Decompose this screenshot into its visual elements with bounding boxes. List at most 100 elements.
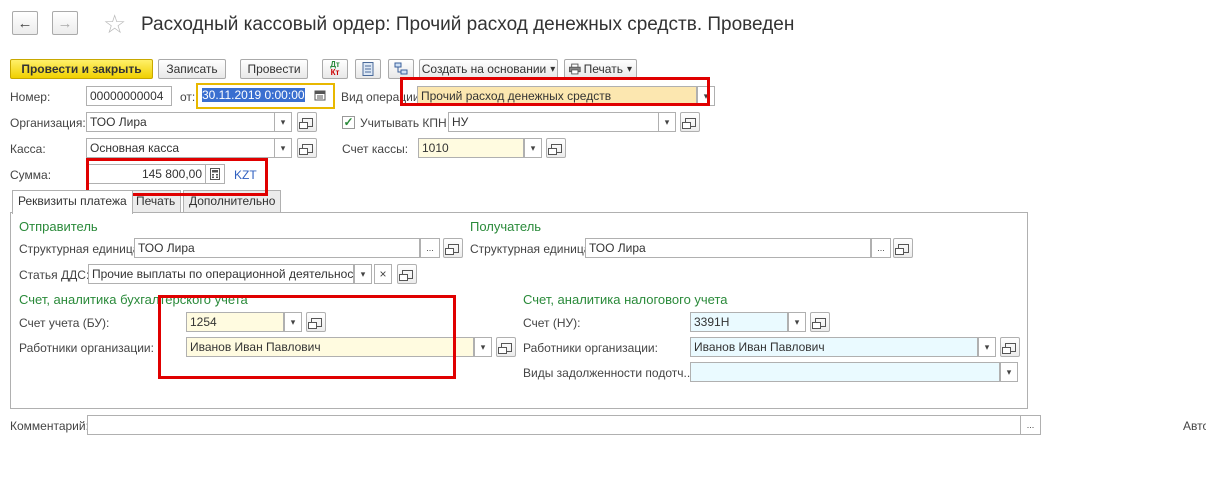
dds-clear-button[interactable]: × xyxy=(374,264,392,284)
sender-unit-open-button[interactable] xyxy=(443,238,463,258)
open-window-icon xyxy=(298,143,313,155)
tax-employees-label: Работники организации: xyxy=(523,341,658,355)
kpn-dropdown-button[interactable]: ▾ xyxy=(658,112,676,132)
organization-open-button[interactable] xyxy=(297,112,317,132)
create-based-on-button[interactable]: Создать на основании ▾ xyxy=(419,59,558,79)
report-list-button[interactable] xyxy=(355,59,381,79)
kpn-select[interactable]: НУ xyxy=(448,112,660,132)
receiver-unit-select-button[interactable]: ... xyxy=(871,238,891,258)
dds-label: Статья ДДС: xyxy=(19,268,90,282)
tax-debt-field[interactable] xyxy=(690,362,1000,382)
number-label: Номер: xyxy=(10,90,51,104)
chevron-down-icon: ▾ xyxy=(984,341,990,352)
chevron-down-icon: ▾ xyxy=(280,142,286,153)
highlight-accounting xyxy=(158,295,456,379)
receiver-unit-open-button[interactable] xyxy=(893,238,913,258)
back-button[interactable]: ← xyxy=(12,11,38,35)
chevron-down-icon: ▾ xyxy=(550,63,556,75)
cash-open-button[interactable] xyxy=(297,138,317,158)
accounting-employees-open-button[interactable] xyxy=(496,337,516,357)
ellipsis-icon: ... xyxy=(426,243,434,253)
kt-label: Кт xyxy=(330,68,340,77)
receiver-unit-field[interactable]: ТОО Лира xyxy=(585,238,871,258)
chevron-down-icon: ▾ xyxy=(664,116,670,127)
chevron-down-icon: ▾ xyxy=(1006,366,1012,377)
kpn-label: Учитывать КПН xyxy=(360,116,447,130)
tax-account-dropdown-button[interactable]: ▾ xyxy=(788,312,806,332)
printer-icon xyxy=(569,63,581,75)
kpn-checkbox[interactable]: ✓ xyxy=(342,116,355,129)
save-button[interactable]: Записать xyxy=(158,59,226,79)
chevron-down-icon: ▾ xyxy=(530,142,536,153)
comment-label: Комментарий: xyxy=(10,419,89,433)
print-button[interactable]: Печать ▾ xyxy=(564,59,637,79)
sender-unit-select-button[interactable]: ... xyxy=(420,238,440,258)
chevron-down-icon: ▾ xyxy=(794,316,800,327)
author-label: Авто xyxy=(1183,419,1206,433)
dds-field[interactable]: Прочие выплаты по операционной деятельно… xyxy=(88,264,354,284)
forward-arrow-icon: → xyxy=(57,14,73,32)
number-field[interactable]: 00000000004 xyxy=(86,86,172,106)
create-based-on-label: Создать на основании xyxy=(421,62,547,76)
receiver-heading: Получатель xyxy=(470,219,542,234)
ellipsis-icon: ... xyxy=(877,243,885,253)
hierarchy-icon xyxy=(394,62,408,75)
date-label: от: xyxy=(180,90,196,104)
open-window-icon xyxy=(444,243,459,255)
accounting-employees-dropdown-button[interactable]: ▾ xyxy=(474,337,492,357)
kpn-open-button[interactable] xyxy=(680,112,700,132)
window-title: Расходный кассовый ордер: Прочий расход … xyxy=(141,14,795,35)
comment-edit-button[interactable]: ... xyxy=(1020,415,1041,435)
open-window-icon xyxy=(681,117,696,129)
date-field[interactable]: 30.11.2019 0:00:00 xyxy=(199,86,312,106)
cash-dropdown-button[interactable]: ▾ xyxy=(274,138,292,158)
back-arrow-icon: ← xyxy=(17,14,33,32)
organization-dropdown-button[interactable]: ▾ xyxy=(274,112,292,132)
forward-button[interactable]: → xyxy=(52,11,78,35)
open-window-icon xyxy=(398,269,413,281)
calendar-icon[interactable] xyxy=(314,89,326,101)
accounting-employees-label: Работники организации: xyxy=(19,341,154,355)
accounting-account-label: Счет учета (БУ): xyxy=(19,316,110,330)
comment-field[interactable] xyxy=(87,415,1021,435)
sender-unit-field[interactable]: ТОО Лира xyxy=(134,238,420,258)
dds-open-button[interactable] xyxy=(397,264,417,284)
tax-employees-open-button[interactable] xyxy=(1000,337,1020,357)
cash-account-label: Счет кассы: xyxy=(342,142,409,156)
tax-debt-dropdown-button[interactable]: ▾ xyxy=(1000,362,1018,382)
structure-button[interactable] xyxy=(388,59,414,79)
favorite-star-icon[interactable]: ☆ xyxy=(103,9,126,40)
cash-account-field[interactable]: 1010 xyxy=(418,138,524,158)
chevron-down-icon: ▾ xyxy=(280,116,286,127)
tax-account-open-button[interactable] xyxy=(810,312,830,332)
tab-payment-details[interactable]: Реквизиты платежа xyxy=(12,190,133,214)
post-and-close-button[interactable]: Провести и закрыть xyxy=(10,59,153,79)
tax-employees-field[interactable]: Иванов Иван Павлович xyxy=(690,337,978,357)
dt-kt-button[interactable]: Дт Кт xyxy=(322,59,348,79)
tax-account-field[interactable]: 3391Н xyxy=(690,312,788,332)
chevron-down-icon: ▾ xyxy=(480,341,486,352)
organization-field[interactable]: ТОО Лира xyxy=(86,112,276,132)
post-button[interactable]: Провести xyxy=(240,59,308,79)
list-document-icon xyxy=(362,62,374,76)
tax-account-label: Счет (НУ): xyxy=(523,316,581,330)
open-window-icon xyxy=(298,117,313,129)
tax-debt-label: Виды задолженности подотч... xyxy=(523,366,694,380)
cash-account-dropdown-button[interactable]: ▾ xyxy=(524,138,542,158)
organization-label: Организация: xyxy=(10,116,86,130)
sender-unit-label: Структурная единица: xyxy=(19,242,143,256)
date-value: 30.11.2019 0:00:00 xyxy=(202,88,305,102)
highlight-operation-type xyxy=(400,77,710,106)
cash-account-open-button[interactable] xyxy=(546,138,566,158)
tax-employees-dropdown-button[interactable]: ▾ xyxy=(978,337,996,357)
chevron-down-icon: ▾ xyxy=(360,268,366,279)
sender-heading: Отправитель xyxy=(19,219,98,234)
open-window-icon xyxy=(547,143,562,155)
amount-label: Сумма: xyxy=(10,168,52,182)
cash-field[interactable]: Основная касса xyxy=(86,138,276,158)
receiver-unit-label: Структурная единица: xyxy=(470,242,594,256)
open-window-icon xyxy=(811,317,826,329)
open-window-icon xyxy=(894,243,909,255)
chevron-down-icon: ▾ xyxy=(626,63,632,75)
dds-dropdown-button[interactable]: ▾ xyxy=(354,264,372,284)
